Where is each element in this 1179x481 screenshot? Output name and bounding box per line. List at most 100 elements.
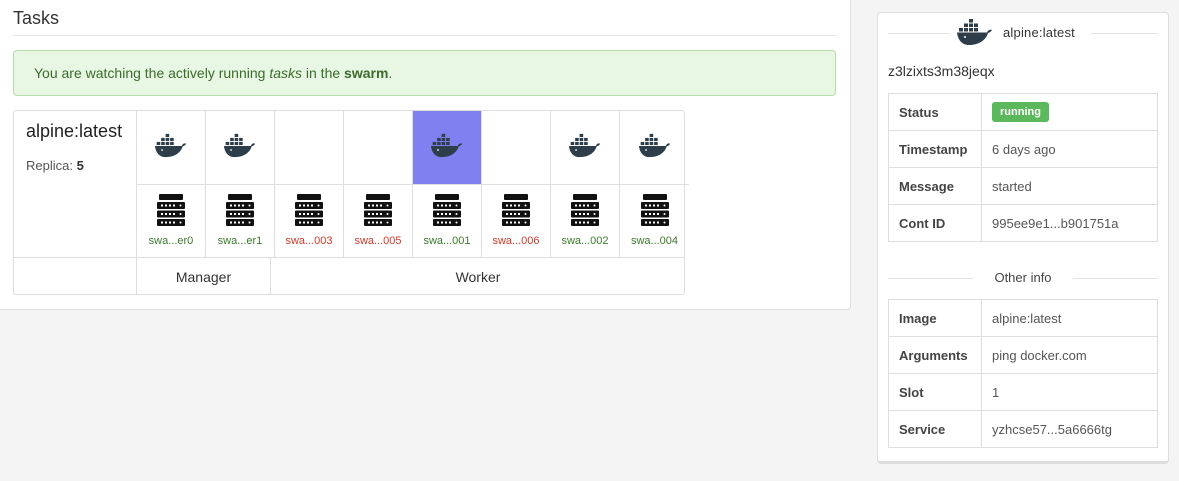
node-cell[interactable]: swa...er1	[206, 185, 274, 258]
server-icon	[364, 194, 392, 226]
replica-count: 5	[76, 158, 84, 173]
alert-text-middle: in the	[302, 65, 345, 81]
node-column: swa...002	[551, 111, 620, 258]
detail-key: Slot	[888, 373, 982, 411]
role-empty-cell	[14, 258, 137, 295]
docker-whale-icon	[638, 132, 672, 164]
node-column: swa...004	[620, 111, 689, 258]
detail-key: Timestamp	[888, 130, 982, 168]
task-cell[interactable]	[620, 111, 689, 185]
status-badge: running	[992, 102, 1049, 122]
node-column: swa...003	[275, 111, 344, 258]
node-column: swa...001	[413, 111, 482, 258]
service-name: alpine:latest	[26, 121, 123, 141]
task-detail-panel: alpine:latest z3lzixts3m38jeqx Status run…	[877, 12, 1169, 464]
task-cell-empty	[275, 111, 343, 185]
node-cell[interactable]: swa...005	[344, 185, 412, 258]
alert-text-strong: swarm	[344, 65, 389, 81]
detail-row: Message started	[888, 167, 1158, 205]
node-cell[interactable]: swa...004	[620, 185, 689, 258]
task-cell[interactable]	[137, 111, 205, 185]
detail-key: Cont ID	[888, 204, 982, 242]
server-icon	[571, 194, 599, 226]
task-cell[interactable]	[206, 111, 274, 185]
detail-value: alpine:latest	[981, 299, 1158, 337]
alert-text-prefix: You are watching the actively running	[34, 65, 270, 81]
role-worker: Worker	[455, 268, 501, 285]
detail-value: yzhcse57...5a6666tg	[981, 410, 1158, 448]
task-grid: alpine:latest Replica: 5 swa...er0 swa...…	[13, 110, 689, 295]
other-info-table: Image alpine:latest Arguments ping docker.c…	[888, 299, 1158, 448]
docker-whale-icon	[154, 132, 188, 164]
page-title: Tasks	[13, 8, 60, 28]
server-icon	[157, 194, 185, 226]
title-divider	[13, 35, 836, 36]
task-status-table: Status running Timestamp 6 days ago Message s…	[888, 93, 1158, 242]
detail-value: running	[981, 93, 1158, 131]
server-icon	[226, 194, 254, 226]
detail-value: ping docker.com	[981, 336, 1158, 374]
node-name: swa...er1	[217, 235, 263, 247]
task-cell-selected[interactable]	[413, 111, 481, 185]
alert-text-suffix: .	[388, 65, 393, 81]
node-name: swa...003	[285, 235, 333, 247]
role-row: Manager Worker	[14, 257, 684, 295]
docker-whale-icon	[223, 132, 257, 164]
node-cell[interactable]: swa...003	[275, 185, 343, 258]
node-name: swa...001	[423, 235, 471, 247]
task-id: z3lzixts3m38jeqx	[888, 63, 995, 79]
node-cell[interactable]: swa...002	[551, 185, 619, 258]
detail-key: Message	[888, 167, 982, 205]
service-cell[interactable]: alpine:latest Replica: 5	[14, 111, 137, 258]
docker-whale-icon	[430, 132, 464, 164]
header-rule-left	[888, 33, 950, 34]
docker-whale-icon	[568, 132, 602, 164]
detail-value: 1	[981, 373, 1158, 411]
node-column: swa...er0	[137, 111, 206, 258]
detail-image-name: alpine:latest	[1003, 25, 1075, 40]
detail-row: Slot 1	[888, 373, 1158, 411]
detail-key: Service	[888, 410, 982, 448]
service-replica: Replica: 5	[26, 158, 84, 173]
detail-row: Cont ID 995ee9e1...b901751a	[888, 204, 1158, 242]
detail-value: 6 days ago	[981, 130, 1158, 168]
replica-label: Replica:	[26, 158, 73, 173]
node-column: swa...006	[482, 111, 551, 258]
other-info-header: Other info	[888, 268, 1158, 288]
node-column: swa...005	[344, 111, 413, 258]
node-cell[interactable]: swa...er0	[137, 185, 205, 258]
task-cell-empty	[482, 111, 550, 185]
node-name: swa...er0	[148, 235, 194, 247]
detail-row: Image alpine:latest	[888, 299, 1158, 337]
detail-header: alpine:latest	[888, 17, 1158, 49]
detail-key: Arguments	[888, 336, 982, 374]
detail-row: Service yzhcse57...5a6666tg	[888, 410, 1158, 448]
server-icon	[502, 194, 530, 226]
header-rule-right	[1091, 33, 1158, 34]
detail-value: started	[981, 167, 1158, 205]
alert-text-emphasis: tasks	[269, 65, 302, 81]
server-icon	[295, 194, 323, 226]
detail-key: Status	[888, 93, 982, 131]
detail-row: Arguments ping docker.com	[888, 336, 1158, 374]
node-name: swa...005	[354, 235, 402, 247]
node-name: swa...002	[561, 235, 609, 247]
other-rule-right	[1073, 278, 1158, 279]
role-manager: Manager	[137, 258, 271, 295]
node-cell[interactable]: swa...006	[482, 185, 550, 258]
tasks-panel: Tasks You are watching the actively runn…	[0, 0, 851, 310]
server-icon	[640, 194, 669, 226]
node-name: swa...004	[630, 235, 679, 247]
info-alert: You are watching the actively running ta…	[13, 50, 836, 96]
node-column: swa...er1	[206, 111, 275, 258]
detail-key: Image	[888, 299, 982, 337]
task-cell-empty	[344, 111, 412, 185]
server-icon	[433, 194, 461, 226]
detail-row: Timestamp 6 days ago	[888, 130, 1158, 168]
node-cell[interactable]: swa...001	[413, 185, 481, 258]
task-cell[interactable]	[551, 111, 619, 185]
node-name: swa...006	[492, 235, 540, 247]
detail-row: Status running	[888, 93, 1158, 131]
detail-value: 995ee9e1...b901751a	[981, 204, 1158, 242]
docker-whale-icon	[957, 19, 992, 45]
